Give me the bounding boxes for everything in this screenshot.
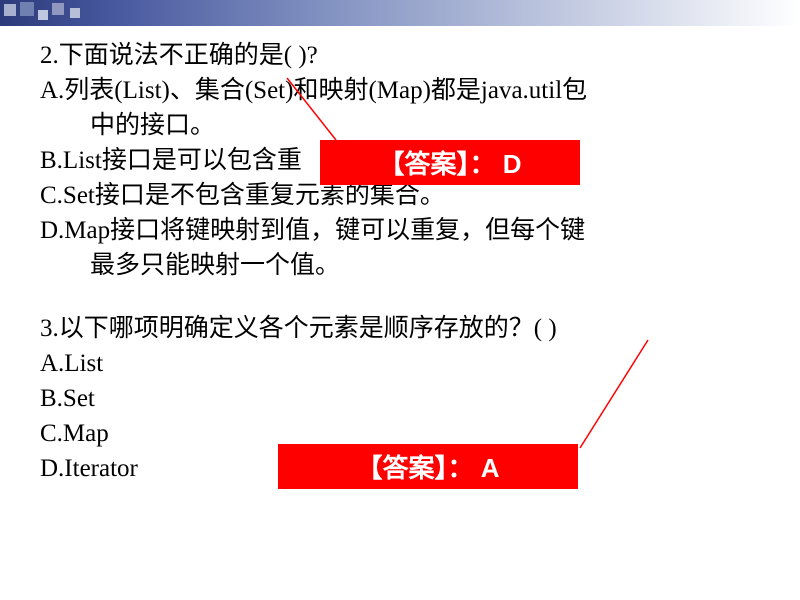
answer-box-1: 【答案】： D <box>320 140 580 185</box>
question-3-option-a: A.List <box>40 346 760 381</box>
slide-content: 2.下面说法不正确的是( )? A.列表(List)、集合(Set)和映射(Ma… <box>40 38 760 514</box>
deco-square <box>52 3 64 15</box>
question-3-option-b: B.Set <box>40 381 760 416</box>
deco-square <box>20 2 34 16</box>
answer-1-label: 【答案】： D <box>378 149 521 179</box>
deco-square <box>38 10 48 20</box>
deco-square <box>4 4 16 16</box>
question-2-option-a-line2: 中的接口。 <box>40 108 760 143</box>
question-2-text: 2.下面说法不正确的是( )? <box>40 38 760 73</box>
question-2-option-d-line2: 最多只能映射一个值。 <box>40 248 760 283</box>
answer-box-2: 【答案】： A <box>278 444 578 489</box>
slide-top-decoration <box>0 0 800 26</box>
deco-square <box>70 8 80 18</box>
answer-2-label: 【答案】： A <box>356 453 499 483</box>
question-2-option-d-line1: D.Map接口将键映射到值，键可以重复，但每个键 <box>40 213 760 248</box>
question-2-option-a-line1: A.列表(List)、集合(Set)和映射(Map)都是java.util包 <box>40 73 760 108</box>
question-3-text: 3.以下哪项明确定义各个元素是顺序存放的？( ) <box>40 311 760 346</box>
